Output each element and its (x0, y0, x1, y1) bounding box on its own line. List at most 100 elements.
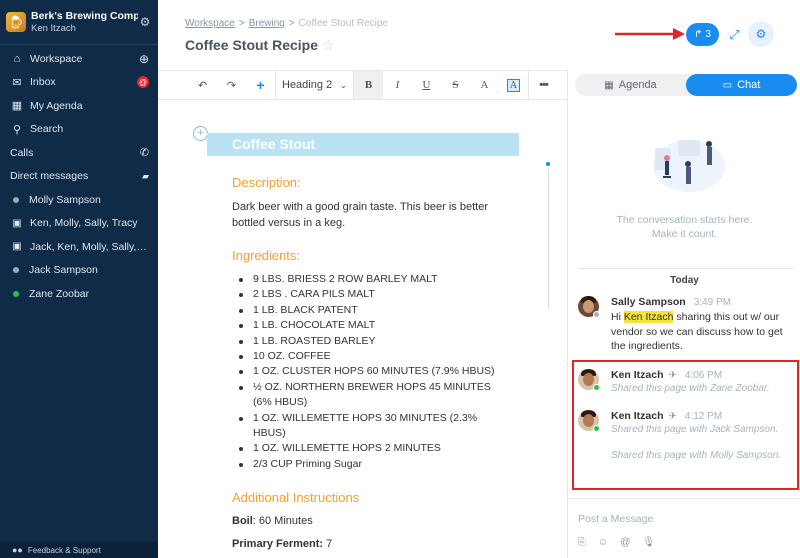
calls-label: Calls (10, 146, 34, 159)
mention-icon[interactable]: @ (620, 537, 630, 548)
page-settings-button[interactable]: ⚙ (748, 21, 774, 47)
chat-message[interactable]: Ken Itzach ✈ 4:06 PM Shared this page with… (578, 369, 796, 396)
chat-message[interactable]: Ken Itzach ✈ 4:12 PM Shared this page with… (578, 410, 796, 463)
shared-notice: Shared this page with Jack Sampson. (611, 424, 779, 435)
calls-section[interactable]: Calls ✆ (0, 141, 158, 165)
direct-messages-label: Direct messages (10, 170, 89, 183)
dm-label: Jack Sampson (29, 264, 98, 277)
message-author[interactable]: Sally Sampson (611, 296, 686, 308)
attach-icon[interactable]: ⎘ (578, 537, 586, 548)
sidebar-item-inbox[interactable]: ✉ Inbox @ (0, 71, 158, 95)
more-options-button[interactable]: ••• (529, 71, 558, 99)
breadcrumb-current: Coffee Stout Recipe (298, 18, 388, 29)
tab-chat[interactable]: ▭ Chat (686, 74, 797, 96)
message-author[interactable]: Ken Itzach (611, 410, 664, 422)
dm-item-jack-sampson[interactable]: Jack Sampson (0, 259, 158, 283)
direct-messages-section: Direct messages ▰ (0, 165, 158, 189)
breadcrumb-brewing[interactable]: Brewing (249, 18, 285, 29)
message-time: 4:06 PM (684, 370, 723, 381)
description-heading: Description: (232, 175, 301, 190)
list-item: 1 LB. ROASTED BARLEY (232, 334, 502, 349)
inbox-icon: ✉ (12, 76, 22, 89)
document-heading[interactable]: Coffee Stout (207, 133, 519, 156)
new-message-icon[interactable]: ▰ (142, 171, 149, 182)
list-item: 1 OZ. WILLEMETTE HOPS 2 MINUTES (232, 441, 502, 456)
expand-icon[interactable]: ⤢ (723, 23, 746, 46)
phone-icon[interactable]: ✆ (140, 146, 149, 159)
dm-item-molly-sampson[interactable]: Molly Sampson (0, 188, 158, 212)
list-item: 1 OZ. CLUSTER HOPS 60 MINUTES (7.9% HBUS… (232, 364, 502, 379)
shared-notice: Shared this page with Zane Zoobar. (611, 383, 770, 394)
star-icon[interactable]: ☆ (322, 37, 335, 53)
gear-icon[interactable]: ⚙ (138, 15, 152, 29)
heading-select-value: Heading 2 (282, 79, 333, 91)
calendar-icon: ▦ (11, 100, 23, 113)
composer-tools: ⎘ ☺ @ 🎙 (578, 537, 655, 548)
list-item: 10 OZ. COFFEE (232, 349, 502, 364)
dm-label: Molly Sampson (29, 193, 101, 206)
page-header: Workspace > Brewing > Coffee Stout Recipe Co… (158, 0, 800, 70)
message-author[interactable]: Ken Itzach (611, 369, 664, 381)
dm-item-zane-zoobar[interactable]: Zane Zoobar (0, 282, 158, 306)
dm-item-group-1[interactable]: ▣ Ken, Molly, Sally, Tracy (0, 212, 158, 236)
share-count: 3 (705, 29, 711, 40)
conversation-start-line: Make it count. (651, 228, 718, 240)
search-icon: ⚲ (12, 123, 22, 136)
scroll-indicator[interactable] (546, 162, 550, 166)
ingredients-heading: Ingredients: (232, 248, 300, 263)
gear-icon: ⚙ (755, 27, 767, 41)
add-workspace-icon[interactable]: ⊕ (139, 52, 149, 66)
share-button[interactable]: ↱ 3 (686, 23, 719, 46)
sidebar-item-label: Search (30, 123, 64, 136)
date-separator: Today (670, 275, 699, 286)
emoji-icon[interactable]: ☺ (598, 537, 608, 548)
sidebar-divider (0, 44, 158, 45)
online-status-dot (13, 290, 19, 297)
chat-message[interactable]: Sally Sampson 3:49 PM Hi Ken Itzach shari… (578, 296, 796, 354)
feedback-support-link[interactable]: ●● Feedback & Support (0, 542, 158, 558)
message-time: 4:12 PM (684, 411, 723, 422)
conversation-illustration (653, 140, 725, 192)
list-item: 9 LBS. BRIESS 2 ROW BARLEY MALT (232, 272, 502, 287)
dm-item-group-2[interactable]: ▣ Jack, Ken, Molly, Sally, Sc... (0, 235, 158, 259)
plane-icon: ✈ (668, 370, 677, 381)
page-title-row: Coffee Stout Recipe ☆ (185, 37, 335, 54)
strikethrough-button[interactable]: S (441, 71, 470, 99)
add-block-icon[interactable]: + (193, 126, 208, 141)
document-editor[interactable]: + Coffee Stout Description: Dark beer wi… (158, 101, 567, 558)
list-item: 1 LB. BLACK PATENT (232, 303, 502, 318)
page-title: Coffee Stout Recipe (185, 37, 319, 53)
redo-icon[interactable]: ↷ (217, 71, 246, 99)
tab-agenda[interactable]: ▦ Agenda (575, 74, 686, 96)
shared-notice: Shared this page with Molly Sampson. (611, 450, 782, 461)
heading-select[interactable]: Heading 2 ⌄ (276, 71, 353, 99)
dm-label: Ken, Molly, Sally, Tracy (30, 217, 138, 230)
insert-plus-icon[interactable]: + (246, 71, 275, 99)
list-item: 1 LB. CHOCOLATE MALT (232, 318, 502, 333)
boil-line: Boil: 60 Minutes (232, 515, 313, 527)
message-input[interactable]: Post a Message (578, 513, 653, 525)
highlight-icon: A (506, 78, 521, 92)
undo-icon[interactable]: ↶ (188, 71, 217, 99)
chat-panel: ▦ Agenda ▭ Chat The conversation starts … (567, 70, 800, 558)
microphone-icon[interactable]: 🎙 (642, 537, 655, 548)
user-name: Ken Itzach (31, 23, 76, 34)
sidebar-item-my-agenda[interactable]: ▦ My Agenda (0, 94, 158, 118)
home-icon: ⌂ (13, 52, 21, 65)
sidebar-item-workspace[interactable]: ⌂ Workspace ⊕ (0, 47, 158, 71)
mention[interactable]: Ken Itzach (623, 311, 674, 323)
online-status-dot (593, 425, 600, 432)
team-header[interactable]: 🍺 Berk's Brewing Comp Ken Itzach ⚙ (0, 0, 158, 44)
breadcrumb-workspace[interactable]: Workspace (185, 18, 235, 29)
underline-button[interactable]: U (412, 71, 441, 99)
chat-bubbles-icon: ●● (12, 545, 23, 555)
text-color-button[interactable]: A (470, 71, 499, 99)
bold-button[interactable]: B (354, 71, 383, 99)
italic-button[interactable]: I (383, 71, 412, 99)
highlight-button[interactable]: A (499, 71, 528, 99)
ferment-line: Primary Ferment: 7 (232, 538, 332, 550)
sidebar-item-search[interactable]: ⚲ Search (0, 118, 158, 142)
team-name: Berk's Brewing Comp (31, 10, 138, 22)
editor-toolbar: ↶ ↷ + Heading 2 ⌄ B I U S A A ••• (158, 70, 567, 100)
message-composer[interactable]: Post a Message ⎘ ☺ @ 🎙 (568, 498, 800, 558)
